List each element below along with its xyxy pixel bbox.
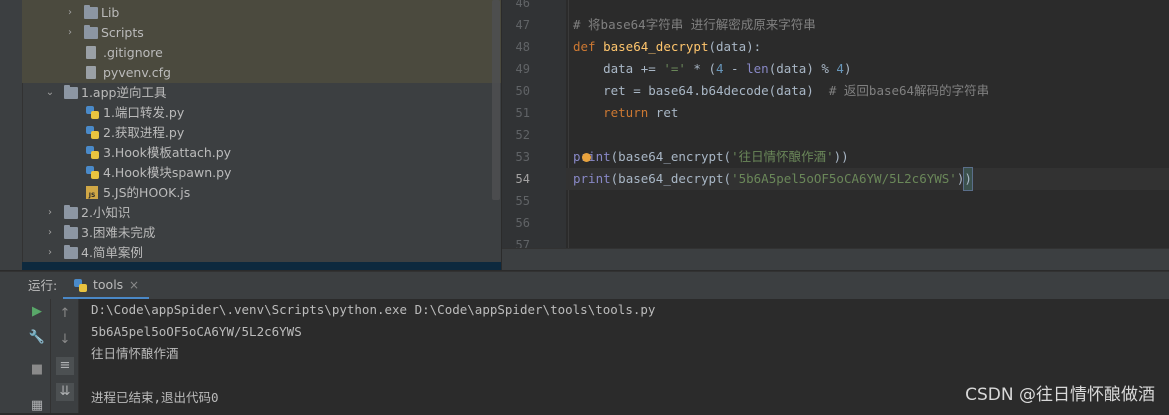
gutter-divider — [568, 0, 569, 248]
code-line-50[interactable]: ret = base64.b64decode(data) # 返回base64解… — [573, 80, 989, 102]
line-number: 50 — [515, 84, 530, 98]
tree-item-label: 3.困难未完成 — [81, 225, 156, 240]
tree-item-label: 2.小知识 — [81, 205, 131, 220]
code-line-54[interactable]: print(base64_decrypt('5b6A5pel5oOF5oCA6Y… — [573, 167, 973, 191]
python-file-icon — [86, 146, 99, 159]
line-number: 46 — [515, 0, 530, 10]
run-console: ▶ 🔧 ■ ▦ ↑ ↓ ≡ ⇊ D:\Code\appSpider\.venv\… — [0, 299, 1169, 413]
python-file-icon — [86, 166, 99, 179]
code-line-47[interactable]: # 将base64字符串 进行解密成原来字符串 — [573, 14, 816, 36]
code-line-49[interactable]: data += '=' * (4 - len(data) % 4) — [573, 58, 851, 80]
run-tool-window-header: 运行: tools × — [0, 271, 1169, 300]
console-line: 往日情怀酿作酒 — [91, 346, 179, 361]
soft-wrap-icon[interactable]: ≡ — [56, 357, 74, 375]
folder-icon — [64, 85, 78, 99]
tree-item-label: 4.Hook模块spawn.py — [103, 165, 232, 180]
chevron-right-icon[interactable]: › — [44, 243, 56, 263]
line-number: 56 — [515, 216, 530, 230]
chevron-right-icon[interactable]: › — [44, 203, 56, 223]
close-tab-icon[interactable]: × — [129, 272, 139, 298]
stop-icon[interactable]: ■ — [28, 361, 46, 379]
code-line-51[interactable]: return ret — [573, 102, 678, 124]
project-scrollbar[interactable] — [492, 0, 500, 200]
tree-item-label: Lib — [101, 5, 120, 20]
folder-icon — [64, 225, 78, 239]
tree-item-label: 1.端口转发.py — [103, 105, 185, 120]
folder-icon — [64, 205, 78, 219]
tree-item-label: 4.简单案例 — [81, 245, 143, 260]
arrow-down-icon[interactable]: ↓ — [56, 331, 74, 349]
file-icon — [86, 46, 96, 59]
tree-item-label: 3.Hook模板attach.py — [103, 145, 232, 160]
line-number: 47 — [515, 18, 530, 32]
console-line: 进程已结束,退出代码0 — [91, 390, 219, 405]
line-number: 48 — [515, 40, 530, 54]
file-icon — [86, 66, 96, 79]
code-line-53[interactable]: print(base64_encrypt('往日情怀酿作酒')) — [573, 146, 849, 168]
run-label: 运行: — [28, 278, 58, 293]
tree-item-label: Scripts — [101, 25, 144, 40]
line-number: 51 — [515, 106, 530, 120]
line-number: 53 — [515, 150, 530, 164]
run-toolbar: ▶ 🔧 ■ ▦ ↑ ↓ ≡ ⇊ — [0, 299, 79, 413]
editor-breadcrumb-bar — [502, 248, 1169, 270]
code-editor[interactable]: 46 47 48 49 50 51 52 53 54 55 56 57 # 将base64字符串 进行… — [502, 0, 1169, 270]
chevron-down-icon[interactable]: ⌄ — [44, 83, 56, 103]
line-number: 52 — [515, 128, 530, 142]
line-number: 49 — [515, 62, 530, 76]
run-tab-label: tools — [93, 277, 124, 292]
intention-bulb-icon[interactable] — [582, 153, 591, 162]
python-file-icon — [86, 126, 99, 139]
js-file-icon: JS — [86, 186, 98, 199]
layout-icon[interactable]: ▦ — [28, 397, 46, 415]
code-line-48[interactable]: def base64_decrypt(data): — [573, 36, 761, 58]
watermark: CSDN @往日情怀酿做酒 — [965, 385, 1155, 405]
tree-item-label: 2.获取进程.py — [103, 125, 185, 140]
python-icon — [74, 279, 87, 292]
chevron-right-icon[interactable]: › — [64, 23, 76, 43]
tree-item-label: 5.JS的HOOK.js — [103, 185, 191, 200]
toolbar-divider — [50, 299, 51, 413]
line-number: 55 — [515, 194, 530, 208]
folder-icon — [64, 245, 78, 259]
tree-selection-highlight — [22, 262, 501, 270]
arrow-up-icon[interactable]: ↑ — [56, 305, 74, 323]
rerun-icon[interactable]: ▶ — [28, 303, 46, 321]
console-line: 5b6A5pel5oOF5oCA6YW/5L2c6YWS — [91, 324, 302, 339]
folder-icon — [84, 25, 98, 39]
chevron-right-icon[interactable]: › — [44, 223, 56, 243]
folder-icon — [84, 5, 98, 19]
tree-item-label: 1.app逆向工具 — [81, 85, 167, 100]
project-tool-window: › Lib › Scripts .gitignore pyvenv.cfg ⌄ 1.app逆向… — [0, 0, 501, 270]
console-line: D:\Code\appSpider\.venv\Scripts\python.e… — [91, 302, 656, 317]
line-number: 54 — [515, 172, 530, 186]
wrench-icon[interactable]: 🔧 — [28, 329, 46, 347]
tree-item-label: pyvenv.cfg — [103, 65, 171, 80]
python-file-icon — [86, 106, 99, 119]
run-tab-tools[interactable]: tools × — [63, 272, 149, 300]
scroll-to-end-icon[interactable]: ⇊ — [56, 383, 74, 401]
project-side-strip — [0, 0, 23, 270]
chevron-right-icon[interactable]: › — [64, 3, 76, 23]
tree-item-label: .gitignore — [103, 45, 163, 60]
